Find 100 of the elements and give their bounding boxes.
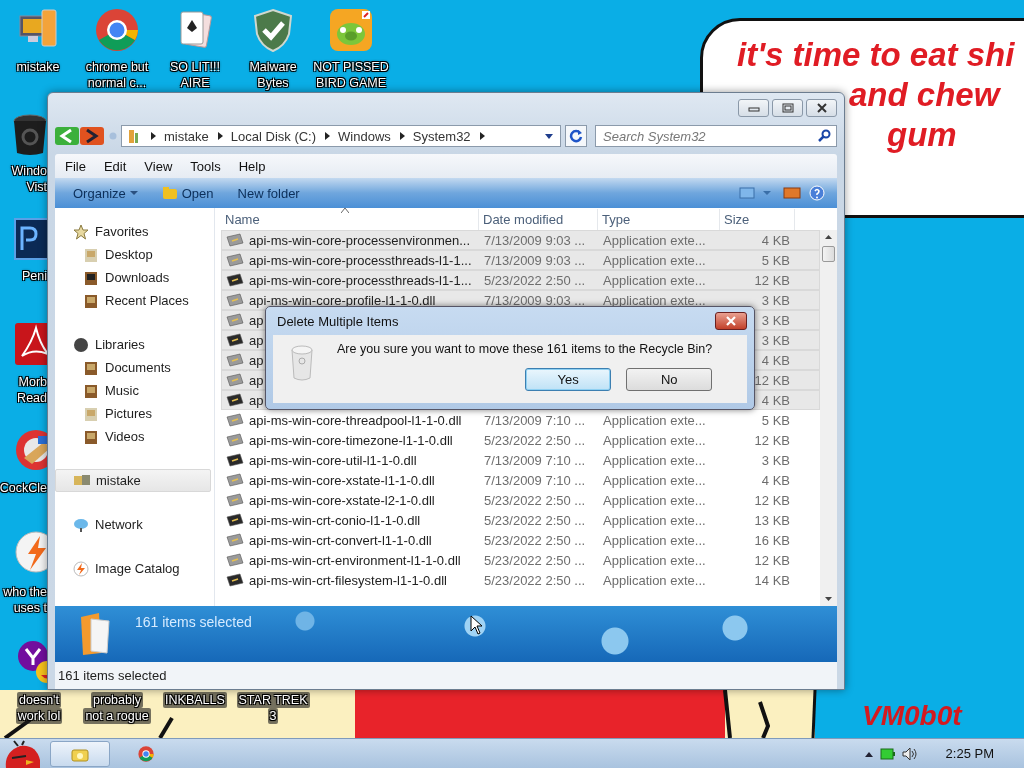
selection-summary: 161 items selected [135, 614, 252, 630]
address-bar[interactable]: mistake Local Disk (C:) Windows System32 [121, 125, 561, 147]
breadcrumb[interactable]: mistake [164, 128, 209, 144]
file-date: 5/23/2022 2:50 ... [484, 492, 586, 508]
photoshop-icon[interactable] [14, 218, 47, 262]
refresh-button[interactable] [565, 125, 587, 147]
file-row[interactable]: api-ms-win-core-threadpool-l1-1-0.dll 7/13/2009 7:10 ... Application exte... 5 KB [221, 410, 820, 430]
search-icon[interactable] [817, 129, 831, 143]
icon-label[interactable]: work lol [15, 708, 63, 724]
scroll-thumb[interactable] [822, 246, 835, 262]
file-date: 7/13/2009 9:03 ... [484, 292, 586, 308]
icon-label[interactable]: not a rogue [83, 708, 151, 724]
file-icon [226, 533, 244, 547]
file-row[interactable]: api-ms-win-core-processthreads-l1-1... 5/23/2022 2:50 ... Application exte... 12 KB [221, 270, 820, 290]
file-type: Application exte... [603, 232, 706, 248]
back-forward-icon[interactable] [55, 126, 105, 146]
file-type: Application exte... [603, 472, 706, 488]
scroll-up-icon[interactable] [824, 234, 833, 240]
chevron-icon[interactable] [215, 131, 224, 141]
chrome-icon[interactable] [95, 8, 139, 52]
file-icon [226, 493, 244, 507]
dialog-button[interactable]: Yes [525, 368, 612, 391]
trash-can-icon[interactable] [12, 113, 47, 157]
close-button[interactable] [806, 99, 837, 117]
file-row[interactable]: api-ms-win-core-xstate-l1-1-0.dll 7/13/2009 7:10 ... Application exte... 4 KB [221, 470, 820, 490]
menu-item[interactable]: Tools [190, 158, 221, 174]
nav-item[interactable]: Image Catalog [55, 557, 214, 580]
scroll-down-icon[interactable] [824, 596, 833, 602]
icon-label[interactable]: probably [91, 692, 143, 708]
file-size: 3 KB [761, 292, 790, 308]
organize-button[interactable]: Organize [65, 185, 146, 201]
file-row[interactable]: api-ms-win-crt-convert-l1-1-0.dll 5/23/2022 2:50 ... Application exte... 16 KB [221, 530, 820, 550]
nav-item[interactable]: Documents [55, 356, 214, 379]
scrollbar[interactable] [820, 230, 837, 606]
file-type: Application exte... [603, 552, 706, 568]
nav-item[interactable]: Desktop [55, 243, 214, 266]
file-row[interactable]: api-ms-win-core-util-l1-1-0.dll 7/13/2009 7:10 ... Application exte... 3 KB [221, 450, 820, 470]
icon-label[interactable]: doesn't [17, 692, 61, 708]
file-type: Application exte... [603, 512, 706, 528]
file-row[interactable]: api-ms-win-crt-environment-l1-1-0.dll 5/23/2022 2:50 ... Application exte... 12 KB [221, 550, 820, 570]
file-icon [226, 553, 244, 567]
file-size: 3 KB [761, 332, 790, 348]
close-icon [815, 103, 828, 113]
dropdown-icon[interactable] [544, 132, 554, 140]
breadcrumb[interactable]: System32 [412, 128, 471, 144]
breadcrumb[interactable]: Local Disk (C:) [230, 128, 317, 144]
clock[interactable]: 2:25 PM [945, 746, 994, 761]
file-icon [226, 373, 244, 387]
search-field[interactable]: Search System32 [595, 125, 837, 147]
chevron-icon[interactable] [323, 131, 332, 141]
new-folder-button[interactable]: New folder [229, 185, 308, 201]
file-type: Application exte... [603, 412, 706, 428]
folder-icon [83, 405, 99, 422]
battery-icon[interactable] [879, 746, 896, 761]
chevron-icon[interactable] [397, 131, 406, 141]
nav-item[interactable]: Network [55, 513, 214, 536]
speaker-icon[interactable] [901, 746, 918, 761]
nav-item[interactable]: Pictures [55, 402, 214, 425]
file-row[interactable]: api-ms-win-core-processenvironmen... 7/13/2009 9:03 ... Application exte... 4 KB [221, 230, 820, 250]
shield-icon[interactable] [251, 8, 295, 52]
file-icon [226, 253, 244, 267]
file-name: api-ms-win-core-processthreads-l1-1... [249, 252, 472, 268]
file-row[interactable]: api-ms-win-crt-conio-l1-1-0.dll 5/23/2022 2:50 ... Application exte... 13 KB [221, 510, 820, 530]
file-row[interactable]: api-ms-win-core-timezone-l1-1-0.dll 5/23/2022 2:50 ... Application exte... 12 KB [221, 430, 820, 450]
icon-label[interactable]: INKBALLS [163, 692, 227, 708]
file-row[interactable]: api-ms-win-crt-filesystem-l1-1-0.dll 5/23/2022 2:50 ... Application exte... 14 KB [221, 570, 820, 590]
file-date: 7/13/2009 7:10 ... [484, 452, 586, 468]
nav-item[interactable]: Downloads [55, 266, 214, 289]
nav-item[interactable]: mistake [55, 469, 211, 492]
icon-label[interactable]: STAR TREK [236, 692, 310, 708]
file-icon [226, 413, 244, 427]
dialog-button[interactable]: No [626, 368, 713, 391]
chevron-icon[interactable] [149, 131, 157, 141]
menu-item[interactable]: View [144, 158, 173, 174]
chevron-icon[interactable] [477, 131, 486, 141]
pdf-icon[interactable] [14, 322, 47, 366]
nav-item[interactable]: Recent Places [55, 289, 214, 312]
minimize-button[interactable] [738, 99, 769, 117]
menu-item[interactable]: File [65, 158, 86, 174]
nav-item[interactable]: Favorites [55, 220, 214, 243]
file-size: 14 KB [754, 572, 790, 588]
help-icon[interactable] [809, 185, 825, 201]
file-row[interactable]: api-ms-win-core-processthreads-l1-1... 7/13/2009 9:03 ... Application exte... 5 KB [221, 250, 820, 270]
open-button[interactable]: Open [153, 185, 222, 201]
pig-icon[interactable] [329, 8, 373, 52]
nav-item[interactable]: Music [55, 379, 214, 402]
breadcrumb[interactable]: Windows [338, 128, 391, 144]
file-name: api-ms-win-crt-conio-l1-1-0.dll [249, 512, 421, 528]
menu-item[interactable]: Help [238, 158, 266, 174]
nav-item[interactable]: Libraries [55, 333, 214, 356]
file-name: ap [249, 312, 264, 328]
file-type: Application exte... [603, 452, 706, 468]
lightning-icon[interactable] [14, 530, 47, 574]
close-button[interactable] [715, 312, 747, 330]
dialog-message: Are you sure you want to move these 161 items to the Recycle Bin? [337, 342, 713, 356]
menu-item[interactable]: Edit [103, 158, 127, 174]
file-row[interactable]: api-ms-win-core-xstate-l2-1-0.dll 5/23/2022 2:50 ... Application exte... 12 KB [221, 490, 820, 510]
restore-icon [781, 103, 794, 113]
nav-item[interactable]: Videos [55, 425, 214, 448]
file-size: 12 KB [754, 492, 790, 508]
